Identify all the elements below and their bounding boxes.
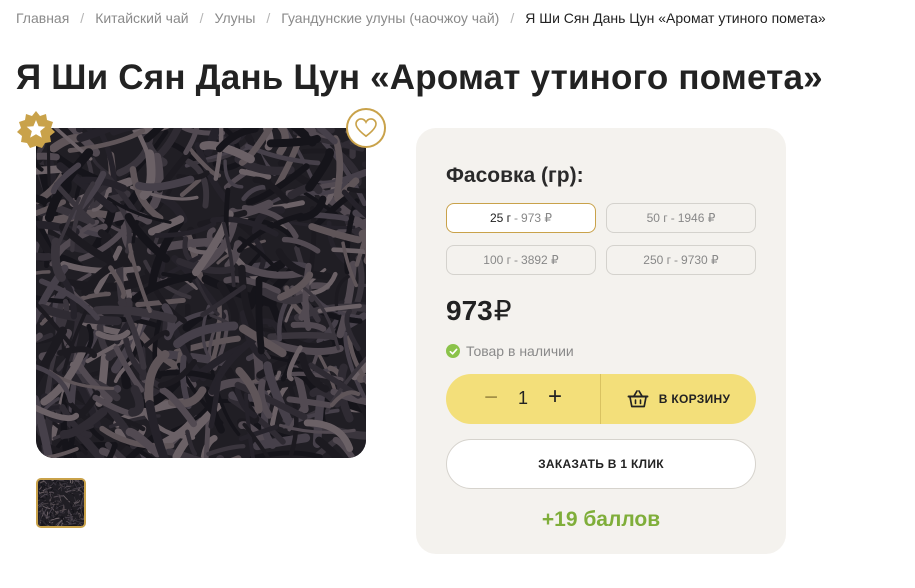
heart-icon: [355, 118, 377, 138]
price-value: 973: [446, 295, 493, 326]
favorite-button[interactable]: [346, 108, 386, 148]
quantity-decrease-button[interactable]: −: [480, 386, 502, 410]
tea-leaf: [312, 382, 326, 448]
pack-option-price: 1946 ₽: [677, 211, 716, 225]
stock-status: Товар в наличии: [446, 343, 574, 359]
breadcrumb-current: Я Ши Сян Дань Цун «Аромат утиного помета…: [525, 10, 826, 26]
pack-option-price: 3892 ₽: [521, 253, 559, 267]
packing-title: Фасовка (гр):: [446, 164, 584, 187]
pack-option-weight: 100 г: [483, 253, 512, 267]
breadcrumb-link-guangdong-oolongs[interactable]: Гуандунские улуны (чаочжоу чай): [281, 10, 499, 26]
pack-option-separator: -: [514, 253, 519, 267]
pack-option-100g[interactable]: 100 г - 3892 ₽: [446, 245, 596, 275]
star-badge-icon: [16, 110, 56, 150]
breadcrumb-link-home[interactable]: Главная: [16, 10, 69, 26]
breadcrumb-link-chinese-tea[interactable]: Китайский чай: [95, 10, 188, 26]
tea-leaves-photo: [36, 128, 366, 458]
tea-leaf: [331, 247, 366, 255]
one-click-order-button[interactable]: ЗАКАЗАТЬ В 1 КЛИК: [446, 439, 756, 489]
tea-leaves-thumbnail: [38, 480, 84, 526]
stock-text: Товар в наличии: [466, 343, 574, 359]
quantity-value[interactable]: 1: [516, 388, 530, 409]
product-thumbnail[interactable]: [36, 478, 86, 528]
page-title: Я Ши Сян Дань Цун «Аромат утиного помета…: [16, 58, 823, 97]
breadcrumb-separator: /: [266, 10, 271, 26]
quantity-increase-button[interactable]: +: [544, 385, 566, 409]
breadcrumb-separator: /: [199, 10, 204, 26]
tea-leaf: [64, 516, 71, 519]
breadcrumb-separator: /: [80, 10, 85, 26]
basket-icon: [627, 390, 649, 408]
breadcrumb-link-oolongs[interactable]: Улуны: [214, 10, 255, 26]
pack-option-separator: -: [670, 211, 675, 225]
tea-leaf: [266, 134, 321, 148]
breadcrumb: Главная / Китайский чай / Улуны / Гуанду…: [16, 10, 826, 26]
pack-option-price: 9730 ₽: [681, 253, 719, 267]
pack-option-price: 973 ₽: [521, 211, 553, 225]
product-price: 973₽: [446, 294, 512, 327]
bonus-points: +19 баллов: [541, 508, 661, 531]
pack-option-weight: 50 г: [646, 211, 668, 225]
product-image[interactable]: [36, 128, 366, 458]
pack-option-weight: 25 г: [489, 211, 512, 225]
breadcrumb-separator: /: [510, 10, 515, 26]
purchase-panel: Фасовка (гр): 25 г - 973 ₽ 50 г - 1946 ₽…: [416, 128, 786, 554]
check-circle-icon: [446, 344, 460, 358]
price-currency: ₽: [493, 295, 512, 326]
cart-controls: − 1 + В КОРЗИНУ: [446, 374, 756, 424]
add-to-cart-button[interactable]: В КОРЗИНУ: [601, 374, 756, 424]
pack-option-weight: 250 г: [643, 253, 672, 267]
pack-option-25g[interactable]: 25 г - 973 ₽: [446, 203, 596, 233]
pack-option-separator: -: [674, 253, 679, 267]
add-to-cart-label: В КОРЗИНУ: [658, 392, 731, 406]
pack-option-separator: -: [514, 211, 519, 225]
pack-option-250g[interactable]: 250 г - 9730 ₽: [606, 245, 756, 275]
tea-leaf: [255, 276, 265, 355]
pack-option-50g[interactable]: 50 г - 1946 ₽: [606, 203, 756, 233]
